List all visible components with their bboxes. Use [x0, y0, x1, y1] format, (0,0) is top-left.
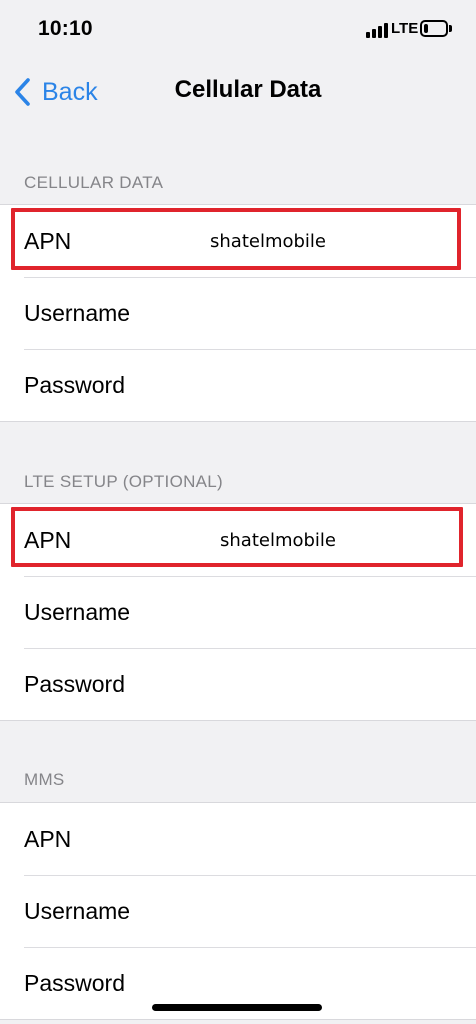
- highlight-box-lte-apn: [11, 507, 463, 567]
- section-header-cellular-data: CELLULAR DATA: [24, 173, 164, 192]
- row-label: Username: [24, 299, 131, 326]
- home-indicator: [152, 1004, 322, 1011]
- row-label: Username: [24, 897, 131, 924]
- status-time: 10:10: [38, 17, 93, 40]
- network-type: LTE: [391, 20, 419, 37]
- mms-apn-field[interactable]: APN: [0, 803, 476, 875]
- section-header-lte-setup: LTE SETUP (OPTIONAL): [24, 472, 224, 491]
- lte-username-field[interactable]: Username: [0, 576, 476, 648]
- section-header-mms: MMS: [24, 770, 65, 789]
- mms-group: APN Username Password: [0, 802, 476, 1020]
- cellular-username-field[interactable]: Username: [0, 277, 476, 349]
- page-title: Cellular Data: [174, 76, 322, 103]
- cellular-password-field[interactable]: Password: [0, 349, 476, 421]
- navigation-bar: Back Cellular Data: [0, 60, 476, 122]
- cellular-signal-icon: [366, 22, 388, 38]
- battery-cap: [449, 25, 452, 32]
- row-label: Password: [24, 371, 125, 398]
- row-label: APN: [24, 825, 72, 852]
- lte-password-field[interactable]: Password: [0, 648, 476, 720]
- battery-level: [424, 24, 428, 33]
- row-label: Password: [24, 670, 125, 697]
- battery-icon: [420, 20, 448, 37]
- mms-username-field[interactable]: Username: [0, 875, 476, 947]
- row-label: Username: [24, 598, 131, 625]
- highlight-box-cellular-apn: [11, 208, 461, 270]
- status-bar: 10:10 LTE: [0, 0, 476, 60]
- row-label: Password: [24, 969, 125, 996]
